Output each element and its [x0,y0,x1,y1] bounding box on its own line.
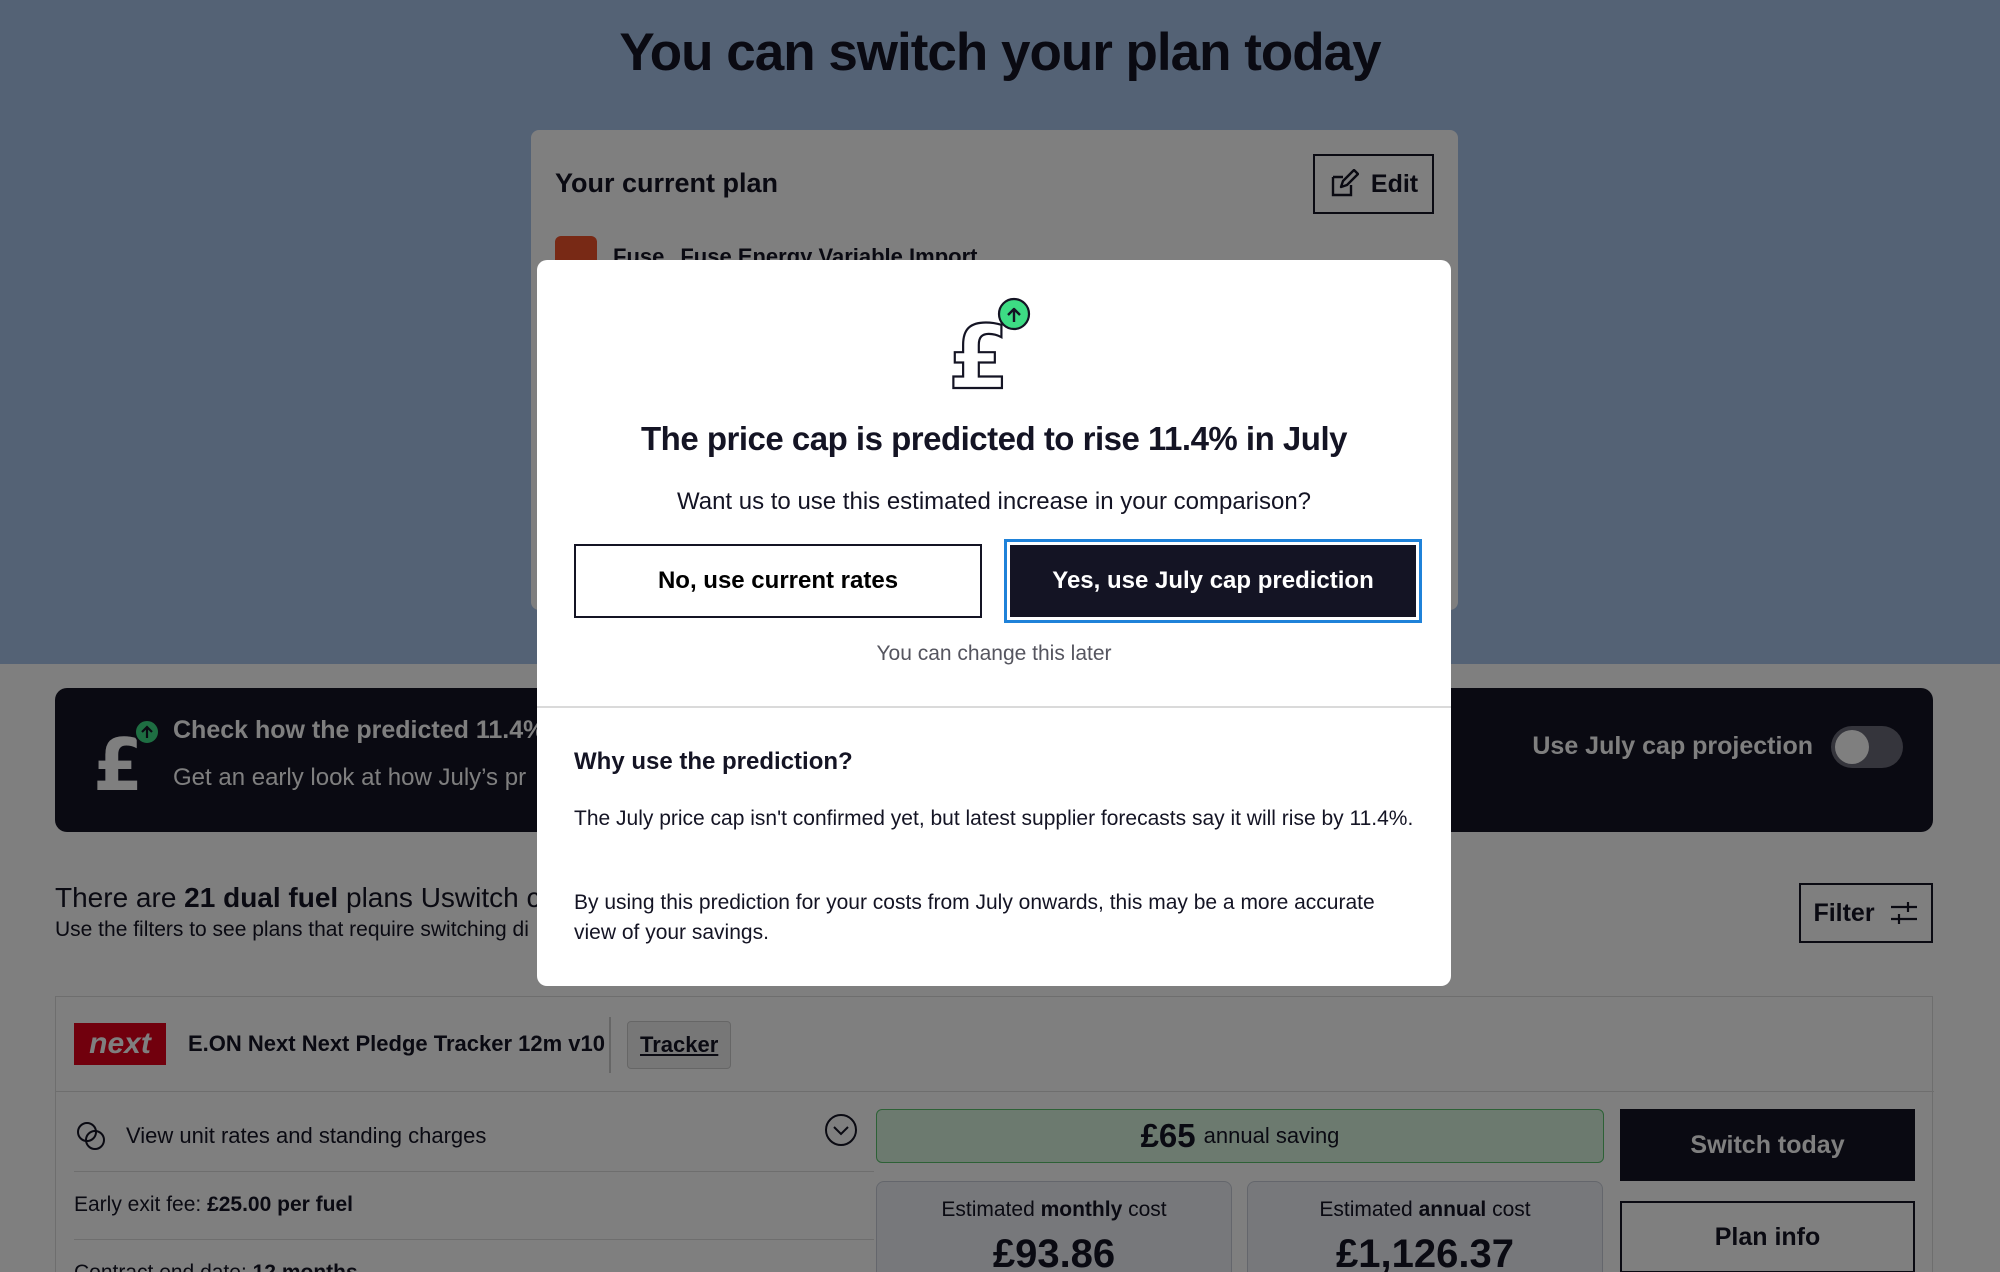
divider [537,706,1451,708]
use-july-prediction-label: Yes, use July cap prediction [1010,545,1416,617]
why-paragraph-1: The July price cap isn't confirmed yet, … [574,807,1414,830]
pound-up-icon: £ [947,297,1031,396]
price-cap-modal: £ The price cap is predicted to rise 11.… [537,260,1451,986]
modal-question: Want us to use this estimated increase i… [676,488,1312,515]
modal-title: The price cap is predicted to rise 11.4%… [641,420,1347,457]
change-later-note: You can change this later [876,642,1112,665]
use-current-rates-button[interactable]: No, use current rates [574,544,982,618]
why-heading: Why use the prediction? [574,748,853,775]
use-july-prediction-button[interactable]: Yes, use July cap prediction [1004,539,1422,623]
why-paragraph-2: By using this prediction for your costs … [574,891,1375,944]
